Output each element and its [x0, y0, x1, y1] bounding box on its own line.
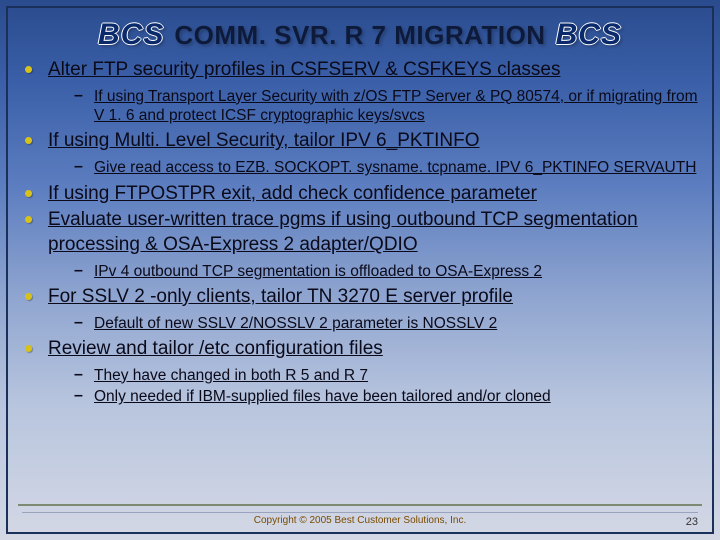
bullet-text: For SSLV 2 -only clients, tailor TN 3270… [48, 286, 513, 307]
list-item: They have changed in both R 5 and R 7 [74, 366, 698, 385]
logo-left: BCS [98, 18, 164, 52]
bullet-text: Alter FTP security profiles in CSFSERV &… [48, 59, 560, 80]
sub-bullet-text: Default of new SSLV 2/NOSSLV 2 parameter… [94, 315, 497, 332]
list-item: Only needed if IBM-supplied files have b… [74, 387, 698, 406]
list-item: Give read access to EZB. SOCKOPT. sysnam… [74, 158, 698, 177]
bullet-text: Review and tailor /etc configuration fil… [48, 338, 383, 359]
list-item: If using Transport Layer Security with z… [74, 87, 698, 126]
bullet-text: If using FTPOSTPR exit, add check confid… [48, 183, 537, 204]
list-item: Alter FTP security profiles in CSFSERV &… [22, 58, 698, 125]
sub-bullet-text: If using Transport Layer Security with z… [94, 88, 698, 124]
list-item: For SSLV 2 -only clients, tailor TN 3270… [22, 285, 698, 333]
divider [18, 504, 702, 506]
list-item: Default of new SSLV 2/NOSSLV 2 parameter… [74, 314, 698, 333]
list-item: Review and tailor /etc configuration fil… [22, 337, 698, 406]
sub-bullet-text: Only needed if IBM-supplied files have b… [94, 388, 551, 405]
sub-bullet-text: Give read access to EZB. SOCKOPT. sysnam… [94, 159, 696, 176]
logo-right: BCS [556, 18, 622, 52]
page-number: 23 [686, 516, 698, 528]
list-item: Evaluate user-written trace pgms if usin… [22, 208, 698, 281]
copyright-footer: Copyright © 2005 Best Customer Solutions… [22, 512, 698, 528]
slide-content: Alter FTP security profiles in CSFSERV &… [22, 58, 698, 512]
list-item: IPv 4 outbound TCP segmentation is offlo… [74, 262, 698, 281]
sub-bullet-text: IPv 4 outbound TCP segmentation is offlo… [94, 263, 542, 280]
bullet-text: If using Multi. Level Security, tailor I… [48, 130, 480, 151]
slide-header: BCS COMM. SVR. R 7 MIGRATION BCS [22, 18, 698, 52]
bullet-text: Evaluate user-written trace pgms if usin… [48, 209, 638, 255]
slide-frame: BCS COMM. SVR. R 7 MIGRATION BCS Alter F… [6, 6, 714, 534]
list-item: If using Multi. Level Security, tailor I… [22, 129, 698, 177]
list-item: If using FTPOSTPR exit, add check confid… [22, 182, 698, 207]
bullet-list: Alter FTP security profiles in CSFSERV &… [22, 58, 698, 406]
slide-title: COMM. SVR. R 7 MIGRATION [174, 20, 545, 51]
sub-bullet-text: They have changed in both R 5 and R 7 [94, 367, 368, 384]
